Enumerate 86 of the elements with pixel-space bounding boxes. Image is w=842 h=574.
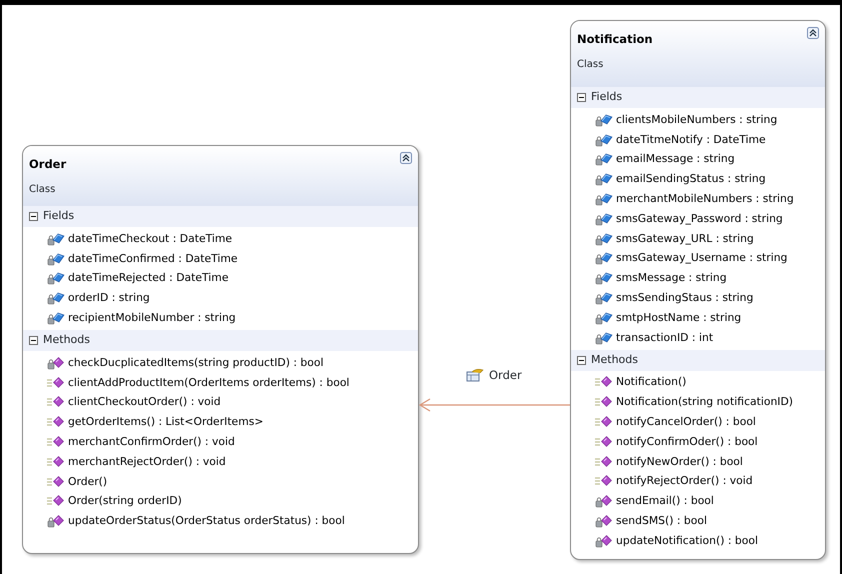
private-field-icon — [47, 271, 65, 286]
private-method-icon — [595, 534, 613, 548]
public-method-icon — [595, 415, 613, 430]
public-method-icon — [595, 474, 613, 488]
public-method-icon — [595, 375, 613, 390]
collapse-toggle-icon[interactable] — [29, 212, 38, 221]
member-text: recipientMobileNumber : string — [68, 310, 236, 326]
public-method-icon — [47, 435, 65, 450]
private-field-icon — [595, 271, 613, 286]
private-field-icon — [47, 252, 65, 266]
member-text: smsMessage : string — [616, 270, 727, 286]
member-text: emailSendingStatus : string — [616, 171, 766, 188]
private-field-icon — [47, 311, 65, 326]
member-text: checkDucplicatedItems(string productID) : bool — [68, 354, 324, 371]
collapse-toggle-icon[interactable] — [577, 93, 586, 102]
member-text: notifyConfirmOder() : bool — [616, 434, 758, 450]
private-method-icon — [47, 356, 65, 370]
member-text: clientsMobileNumbers : string — [616, 112, 778, 128]
member-text: merchantConfirmOrder() : void — [68, 434, 235, 450]
public-method-icon — [47, 454, 65, 469]
private-field-icon — [595, 212, 613, 226]
private-field-icon — [595, 291, 613, 306]
public-method-icon — [47, 494, 65, 508]
member-text: notifyNewOrder() : bool — [616, 454, 743, 470]
member-text: clientAddProductItem(OrderItems orderItems) : bool — [68, 374, 350, 391]
private-method-icon — [595, 494, 613, 508]
class-stereotype: Class — [29, 183, 56, 196]
private-method-icon — [47, 514, 65, 528]
section-title: Methods — [591, 352, 638, 368]
member-text: emailMessage : string — [616, 151, 735, 168]
member-text: clientCheckoutOrder() : void — [68, 394, 221, 410]
member-text: sendSMS() : bool — [616, 512, 707, 529]
member-text: smsGateway_Password : string — [616, 210, 783, 227]
member-text: Order(string orderID) — [68, 493, 182, 510]
member-text: smsSendingStaus : string — [616, 290, 754, 306]
member-text: smtpHostName : string — [616, 310, 742, 326]
private-field-icon — [595, 172, 613, 186]
member-text: smsGateway_URL : string — [616, 230, 754, 247]
member-text: notifyCancelOrder() : bool — [616, 414, 756, 430]
public-method-icon — [47, 395, 65, 410]
member-text: dateTimeRejected : DateTime — [68, 270, 228, 286]
member-text: smsGateway_Username : string — [616, 250, 788, 266]
private-field-icon — [595, 310, 613, 325]
class-name: Order — [29, 157, 66, 171]
member-text: dateTitmeNotify : DateTime — [616, 132, 766, 148]
section-title: Fields — [591, 89, 622, 106]
public-method-icon — [47, 376, 65, 390]
member-text: getOrderItems() : List<OrderItems> — [68, 414, 264, 430]
public-method-icon — [47, 474, 65, 489]
class-stereotype: Class — [577, 58, 604, 71]
member-text: Order() — [68, 474, 108, 490]
private-field-icon — [595, 112, 613, 127]
private-field-icon — [595, 132, 613, 147]
private-field-icon — [595, 251, 613, 266]
association-label: Order — [489, 367, 522, 384]
class-name: Notification — [577, 32, 653, 46]
member-text: merchantMobileNumbers : string — [616, 190, 794, 207]
collapse-toggle-icon[interactable] — [29, 336, 38, 345]
private-field-icon — [595, 152, 613, 166]
collapse-button[interactable] — [807, 27, 819, 39]
member-text: Notification() — [616, 374, 686, 390]
public-method-icon — [595, 454, 613, 469]
member-text: orderID : string — [68, 290, 150, 306]
member-text: transactionID : int — [616, 330, 714, 346]
member-text: dateTimeConfirmed : DateTime — [68, 250, 238, 267]
class-icon — [466, 368, 484, 382]
private-method-icon — [595, 514, 613, 528]
member-text: notifyRejectOrder() : void — [616, 473, 753, 490]
section-title: Fields — [43, 208, 74, 224]
member-text: merchantRejectOrder() : void — [68, 454, 226, 470]
private-field-icon — [47, 232, 65, 246]
member-text: sendEmail() : bool — [616, 493, 714, 510]
private-field-icon — [595, 232, 613, 246]
member-text: dateTimeCheckout : DateTime — [68, 230, 232, 247]
private-field-icon — [47, 291, 65, 306]
member-text: updateOrderStatus(OrderStatus orderStatus) : bool — [68, 513, 345, 530]
private-field-icon — [595, 192, 613, 206]
public-method-icon — [595, 395, 613, 410]
collapse-toggle-icon[interactable] — [577, 356, 586, 365]
public-method-icon — [595, 434, 613, 449]
collapse-button[interactable] — [400, 152, 412, 164]
member-text: updateNotification() : bool — [616, 532, 758, 549]
member-text: Notification(string notificationID) — [616, 394, 794, 410]
public-method-icon — [47, 415, 65, 430]
section-title: Methods — [43, 332, 90, 348]
private-field-icon — [595, 330, 613, 345]
